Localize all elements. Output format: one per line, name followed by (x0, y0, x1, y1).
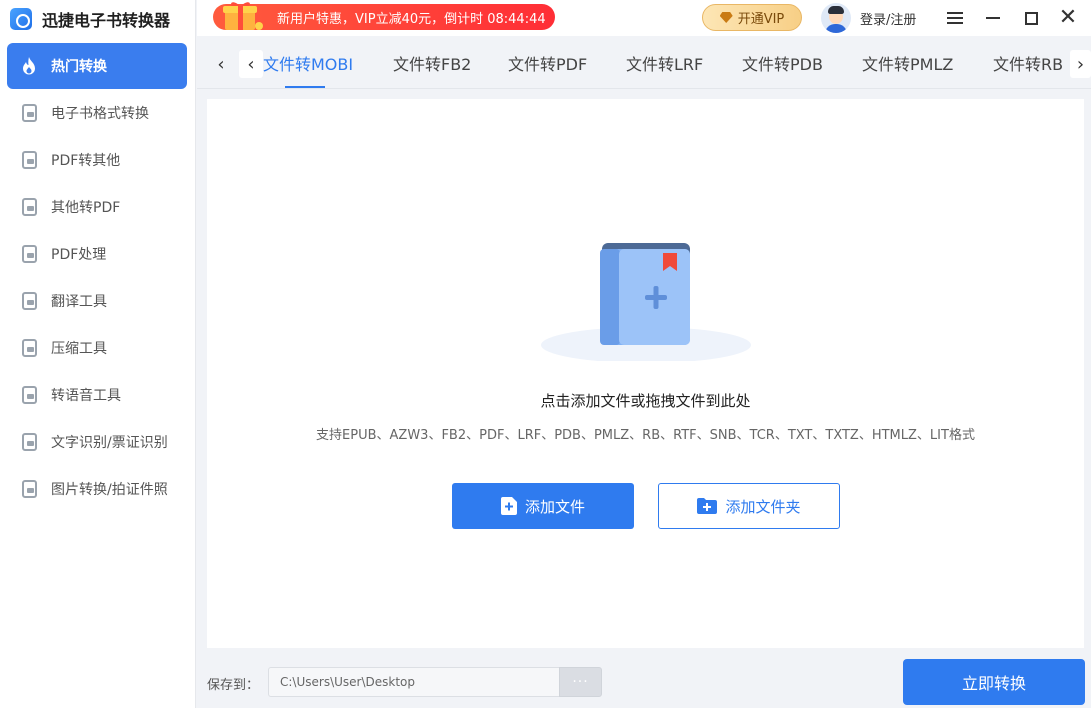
sidebar-item-pdf-edit[interactable]: PDF处理 (7, 231, 187, 277)
sidebar-item-label: PDF处理 (51, 247, 107, 263)
sidebar-item-image[interactable]: 图片转换/拍证件照 (7, 466, 187, 512)
login-link[interactable]: 登录/注册 (860, 9, 916, 28)
sidebar-item-other-to-pdf[interactable]: 其他转PDF (7, 184, 187, 230)
sidebar-item-ebook-convert[interactable]: 电子书格式转换 (7, 90, 187, 136)
sidebar-item-compress[interactable]: 压缩工具 (7, 325, 187, 371)
output-path-field[interactable]: C:\Users\User\Desktop (268, 667, 560, 697)
close-icon[interactable]: ✕ (1056, 6, 1080, 30)
tab-to-fb2[interactable]: 文件转FB2 (393, 36, 508, 89)
translate-icon (19, 291, 39, 311)
tab-to-pdf[interactable]: 文件转PDF (508, 36, 626, 89)
sidebar-item-label: 热门转换 (51, 59, 107, 75)
format-tabs: ‹ ‹ 文件转MOBI 文件转FB2 文件转PDF 文件转LRF 文件转PDB … (197, 36, 1091, 89)
diamond-icon (719, 12, 733, 23)
sidebar-item-label: 压缩工具 (51, 341, 107, 357)
sidebar-nav: 热门转换 电子书格式转换 PDF转其他 其他转PDF PDF处理 翻译工具 压缩… (7, 43, 187, 513)
drop-zone-title: 点击添加文件或拖拽文件到此处 (540, 392, 751, 410)
tab-to-mobi[interactable]: 文件转MOBI (263, 36, 393, 89)
maximize-icon[interactable] (1019, 6, 1043, 30)
app-title: 迅捷电子书转换器 (10, 6, 170, 32)
tab-to-lrf[interactable]: 文件转LRF (626, 36, 742, 89)
flame-icon (19, 56, 39, 76)
minimize-icon[interactable] (981, 6, 1005, 30)
add-file-icon (500, 497, 517, 515)
ebook-convert-icon (19, 103, 39, 123)
image-icon (19, 479, 39, 499)
tabs-next-icon[interactable]: › (1070, 50, 1091, 78)
tab-to-pmlz[interactable]: 文件转PMLZ (862, 36, 993, 89)
add-folder-button[interactable]: 添加文件夹 (658, 483, 840, 529)
sidebar: 迅捷电子书转换器 热门转换 电子书格式转换 PDF转其他 其他转PDF PDF处… (0, 0, 196, 708)
avatar[interactable] (821, 3, 851, 33)
sidebar-item-ocr[interactable]: 文字识别/票证识别 (7, 419, 187, 465)
sidebar-item-label: 转语音工具 (51, 388, 121, 404)
add-file-label: 添加文件 (524, 497, 585, 516)
convert-now-button[interactable]: 立即转换 (903, 659, 1085, 705)
sidebar-item-pdf-to-other[interactable]: PDF转其他 (7, 137, 187, 183)
sidebar-item-label: 图片转换/拍证件照 (51, 482, 168, 498)
output-path-value: C:\Users\User\Desktop (280, 675, 415, 689)
app-name: 迅捷电子书转换器 (42, 11, 171, 30)
other-to-pdf-icon (19, 197, 39, 217)
menu-icon[interactable] (943, 6, 967, 30)
add-file-button[interactable]: 添加文件 (452, 483, 634, 529)
sidebar-item-label: 其他转PDF (51, 200, 121, 216)
save-to-label: 保存到： (207, 678, 260, 693)
speech-icon (19, 385, 39, 405)
sidebar-item-translate[interactable]: 翻译工具 (7, 278, 187, 324)
promo-banner[interactable]: 新用户特惠，VIP立减40元，倒计时 08:44:44 (213, 2, 555, 30)
pdf-edit-icon (19, 244, 39, 264)
sidebar-item-label: 电子书格式转换 (51, 106, 149, 122)
tab-list: 文件转MOBI 文件转FB2 文件转PDF 文件转LRF 文件转PDB 文件转P… (263, 36, 1073, 89)
app-logo-icon (10, 8, 32, 30)
add-book-icon (541, 243, 751, 361)
vip-label: 开通VIP (737, 12, 785, 27)
ocr-icon (19, 432, 39, 452)
tabs-prev-icon[interactable]: ‹ (239, 50, 263, 78)
drop-zone[interactable]: 点击添加文件或拖拽文件到此处 支持EPUB、AZW3、FB2、PDF、LRF、P… (207, 99, 1084, 648)
sidebar-item-speech[interactable]: 转语音工具 (7, 372, 187, 418)
add-folder-icon (697, 498, 718, 514)
sidebar-item-label: 文字识别/票证识别 (51, 435, 168, 451)
tab-to-pdb[interactable]: 文件转PDB (742, 36, 862, 89)
promo-text: 新用户特惠，VIP立减40元，倒计时 08:44:44 (277, 11, 546, 27)
browse-button[interactable]: ··· (559, 667, 602, 697)
title-bar: 新用户特惠，VIP立减40元，倒计时 08:44:44 开通VIP 登录/注册 … (197, 0, 1091, 36)
tab-to-rb[interactable]: 文件转RB (993, 36, 1073, 89)
pdf-to-other-icon (19, 150, 39, 170)
tabs-scroll-left-icon[interactable]: ‹ (209, 50, 233, 78)
supported-formats: 支持EPUB、AZW3、FB2、PDF、LRF、PDB、PMLZ、RB、RTF、… (316, 428, 975, 443)
sidebar-item-label: 翻译工具 (51, 294, 107, 310)
gift-icon (223, 2, 263, 30)
open-vip-button[interactable]: 开通VIP (702, 4, 802, 31)
compress-icon (19, 338, 39, 358)
add-folder-label: 添加文件夹 (725, 497, 801, 516)
sidebar-item-hot-convert[interactable]: 热门转换 (7, 43, 187, 89)
sidebar-item-label: PDF转其他 (51, 153, 121, 169)
